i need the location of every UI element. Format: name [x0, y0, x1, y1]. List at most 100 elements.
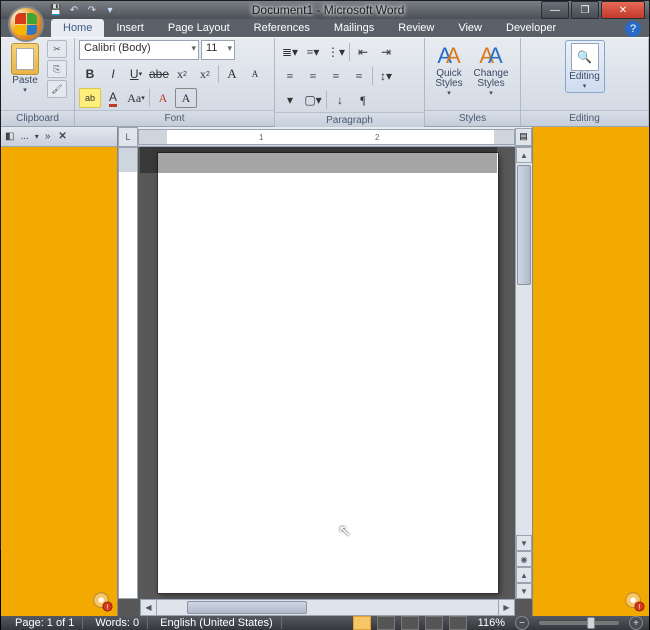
scroll-up-button[interactable]: ▲ — [516, 147, 532, 163]
ruler-toggle[interactable]: ▤ — [515, 128, 532, 146]
zoom-slider[interactable] — [539, 621, 619, 625]
multilevel-button[interactable]: ⋮▾ — [325, 42, 347, 62]
statusbar: Page: 1 of 1 Words: 0 English (United St… — [1, 616, 649, 630]
quick-styles-label: Quick Styles — [432, 69, 466, 89]
qat-more-icon[interactable]: ▾ — [103, 3, 117, 17]
status-words[interactable]: Words: 0 — [87, 617, 148, 629]
borders-button[interactable]: ▢▾ — [302, 90, 324, 110]
superscript-button[interactable]: x2 — [194, 64, 216, 84]
grow-font-button[interactable]: A — [221, 64, 243, 84]
page[interactable] — [158, 153, 498, 593]
zoom-knob[interactable] — [587, 617, 595, 629]
change-case-button[interactable]: Aa▾ — [125, 88, 147, 108]
undo-icon[interactable]: ↶ — [67, 3, 81, 17]
tab-selector[interactable]: L — [118, 127, 138, 147]
tab-references[interactable]: References — [242, 19, 322, 37]
format-painter-button[interactable]: 🖌 — [47, 80, 67, 98]
horizontal-ruler[interactable]: 1 2 — [138, 129, 515, 145]
browse-object-button[interactable]: ◉ — [516, 551, 532, 567]
show-marks-button[interactable]: ¶ — [352, 90, 374, 110]
gear-icon[interactable]: ! — [91, 590, 113, 612]
character-border-button[interactable]: A — [175, 88, 197, 108]
quick-styles-button[interactable]: AA Quick Styles▾ — [429, 40, 469, 100]
ribbon-tabs: Home Insert Page Layout References Maili… — [1, 19, 649, 37]
font-size-select[interactable]: 11 — [201, 40, 235, 60]
help-icon[interactable]: ? — [625, 21, 641, 37]
maximize-button[interactable]: ❐ — [571, 1, 599, 19]
pane-more[interactable]: ... — [20, 131, 28, 142]
paste-button[interactable]: Paste ▾ — [5, 40, 45, 97]
view-draft[interactable] — [449, 616, 467, 630]
page-area[interactable] — [140, 147, 515, 599]
align-left-button[interactable]: ≡ — [279, 66, 301, 86]
zoom-in-button[interactable]: + — [629, 616, 643, 630]
cut-button[interactable]: ✂ — [47, 40, 67, 58]
group-editing: 🔍 Editing▾ Editing — [521, 38, 649, 126]
status-page[interactable]: Page: 1 of 1 — [7, 617, 83, 629]
tab-developer[interactable]: Developer — [494, 19, 568, 37]
scroll-right-button[interactable]: ▶ — [498, 600, 514, 615]
highlight-button[interactable]: ab — [79, 88, 101, 108]
increase-indent-button[interactable]: ⇥ — [375, 42, 397, 62]
scroll-down-button[interactable]: ▼ — [516, 535, 532, 551]
close-button[interactable]: ✕ — [601, 1, 645, 19]
align-center-button[interactable]: ≡ — [302, 66, 324, 86]
tab-page-layout[interactable]: Page Layout — [156, 19, 242, 37]
ribbon: Paste ▾ ✂ ⎘ 🖌 Clipboard Calibri (Body) 1… — [1, 37, 649, 127]
subscript-button[interactable]: x2 — [171, 64, 193, 84]
ruler-row: L 1 2 ▤ — [118, 127, 532, 147]
justify-button[interactable]: ≡ — [348, 66, 370, 86]
scroll-thumb-v[interactable] — [517, 165, 531, 285]
prev-page-button[interactable]: ▲ — [516, 567, 532, 583]
align-right-button[interactable]: ≡ — [325, 66, 347, 86]
vertical-scrollbar[interactable]: ▲ ▼ ◉ ▲ ▼ — [515, 147, 532, 599]
clear-formatting-button[interactable]: A — [152, 88, 174, 108]
tab-home[interactable]: Home — [51, 19, 104, 37]
view-web-layout[interactable] — [401, 616, 419, 630]
scroll-left-button[interactable]: ◀ — [141, 600, 157, 615]
shading-button[interactable]: ▾ — [279, 90, 301, 110]
zoom-out-button[interactable]: − — [515, 616, 529, 630]
change-styles-button[interactable]: AA Change Styles▾ — [471, 40, 511, 100]
group-label-clipboard: Clipboard — [1, 110, 74, 126]
tab-mailings[interactable]: Mailings — [322, 19, 386, 37]
redo-icon[interactable]: ↷ — [85, 3, 99, 17]
view-print-layout[interactable] — [353, 616, 371, 630]
bullets-button[interactable]: ≣▾ — [279, 42, 301, 62]
shrink-font-button[interactable]: A — [244, 64, 266, 84]
italic-button[interactable]: I — [102, 64, 124, 84]
horizontal-scrollbar[interactable]: ◀ ▶ — [140, 599, 515, 616]
tab-insert[interactable]: Insert — [104, 19, 156, 37]
editing-button[interactable]: 🔍 Editing▾ — [565, 40, 605, 93]
numbering-button[interactable]: ≡▾ — [302, 42, 324, 62]
sort-button[interactable]: ↓ — [329, 90, 351, 110]
scroll-thumb-h[interactable] — [187, 601, 307, 614]
status-language[interactable]: English (United States) — [152, 617, 282, 629]
view-full-screen[interactable] — [377, 616, 395, 630]
pane-icon[interactable]: ◧ — [5, 131, 14, 142]
minimize-button[interactable]: — — [541, 1, 569, 19]
gear-icon[interactable]: ! — [623, 590, 645, 612]
copy-button[interactable]: ⎘ — [47, 60, 67, 78]
find-icon: 🔍 — [571, 43, 599, 71]
zoom-level[interactable]: 116% — [478, 617, 505, 629]
pane-expand-icon[interactable]: » — [45, 131, 51, 142]
tab-view[interactable]: View — [446, 19, 494, 37]
content-area: ◧ ... ▾ » ✕ ! L 1 2 ▤ — [1, 127, 649, 616]
font-name-select[interactable]: Calibri (Body) — [79, 40, 199, 60]
bold-button[interactable]: B — [79, 64, 101, 84]
tab-review[interactable]: Review — [386, 19, 446, 37]
office-button[interactable] — [8, 6, 44, 42]
vertical-ruler[interactable] — [118, 147, 138, 599]
view-outline[interactable] — [425, 616, 443, 630]
pane-close-icon[interactable]: ✕ — [58, 131, 66, 142]
group-label-font: Font — [75, 110, 274, 126]
font-color-button[interactable]: A — [102, 88, 124, 108]
line-spacing-button[interactable]: ↕▾ — [375, 66, 397, 86]
decrease-indent-button[interactable]: ⇤ — [352, 42, 374, 62]
window-title: Document1 - Microsoft Word — [117, 3, 539, 17]
save-icon[interactable]: 💾 — [49, 3, 63, 17]
next-page-button[interactable]: ▼ — [516, 583, 532, 599]
strikethrough-button[interactable]: abe — [148, 64, 170, 84]
underline-button[interactable]: U▾ — [125, 64, 147, 84]
